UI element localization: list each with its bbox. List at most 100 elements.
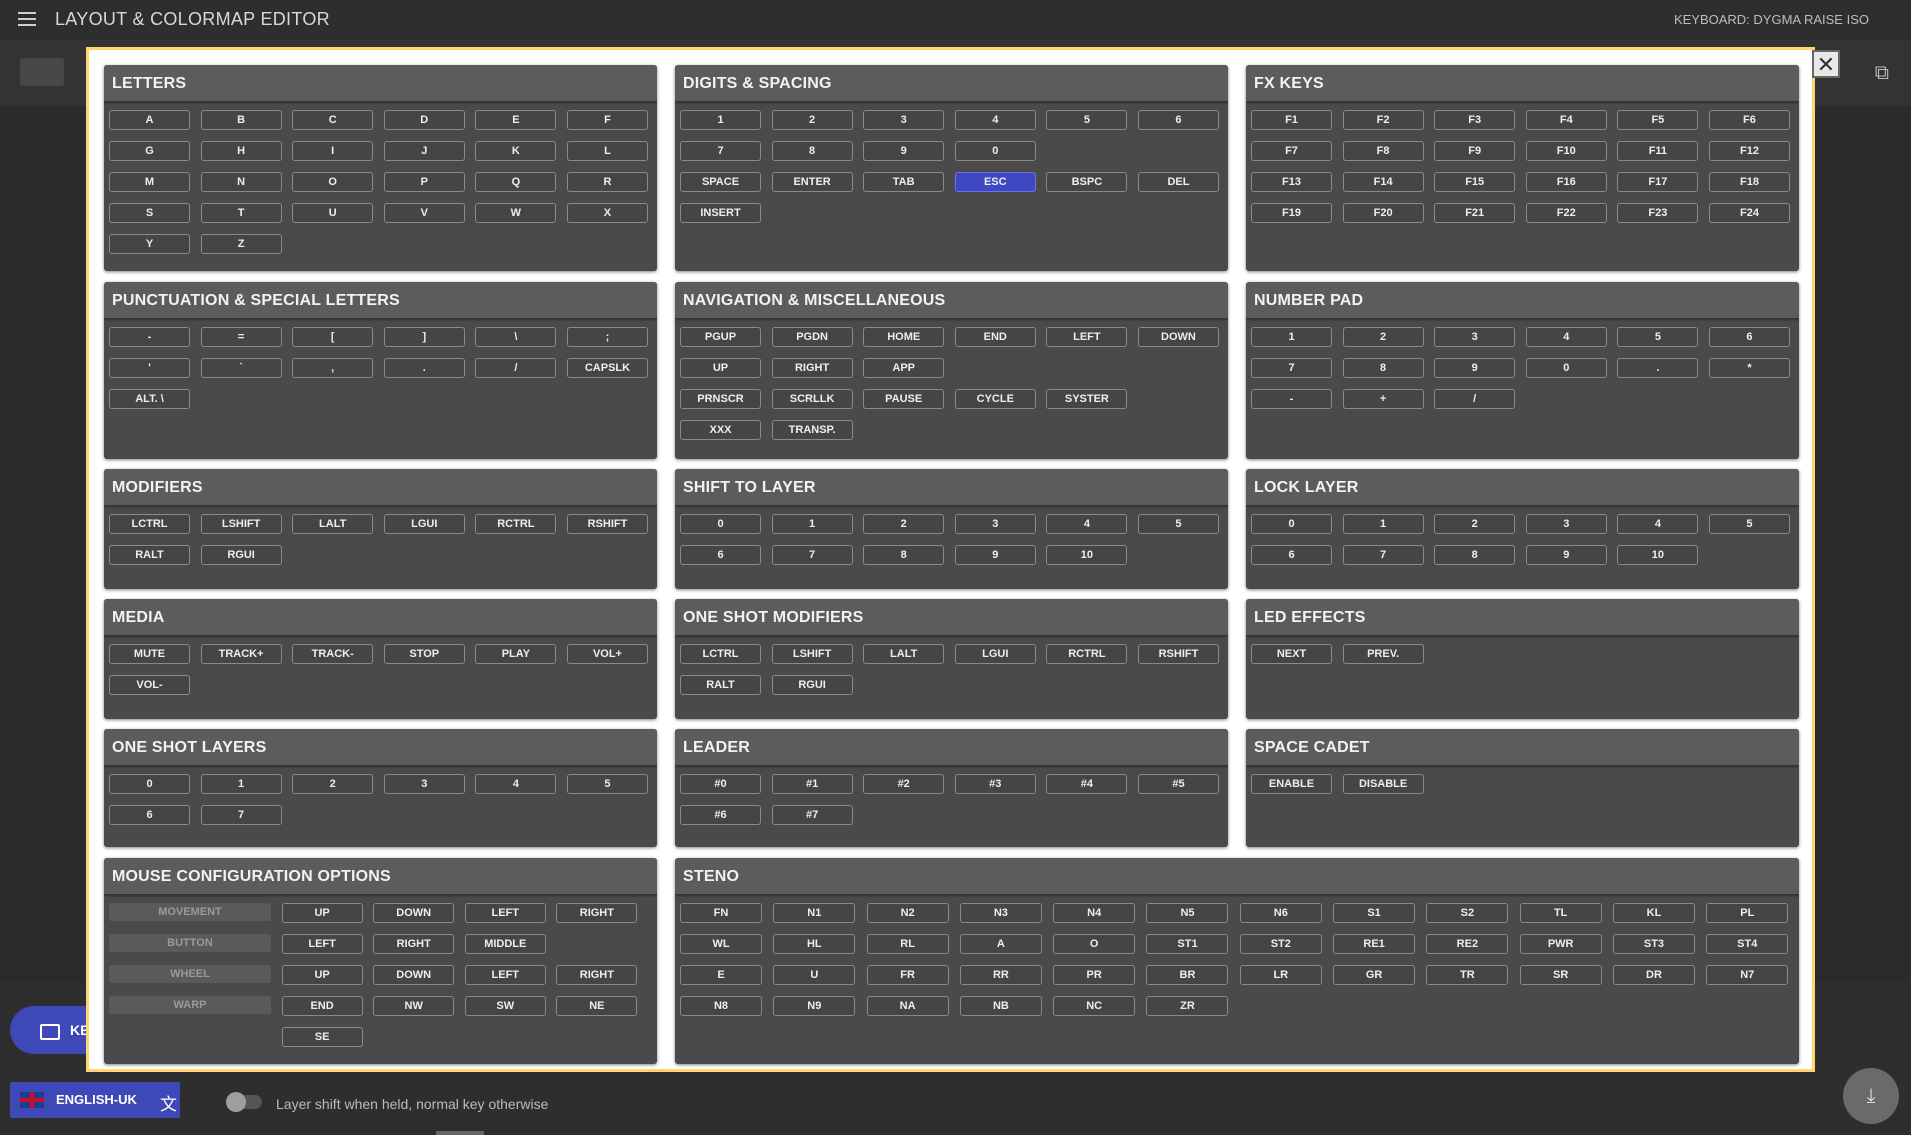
key-steno-gr[interactable]: GR <box>1333 965 1416 985</box>
key-shift-layer-10[interactable]: 10 <box>1046 545 1128 565</box>
key-mouse-warp-nw[interactable]: NW <box>373 996 455 1016</box>
key-modifiers-ralt[interactable]: RALT <box>109 545 190 565</box>
key-lock-layer-8[interactable]: 8 <box>1434 545 1516 565</box>
key-nav-transp[interactable]: TRANSP. <box>771 420 853 440</box>
key-media-track[interactable]: TRACK- <box>292 644 374 664</box>
key-oneshot-layers-7[interactable]: 7 <box>200 805 282 825</box>
key-fx-f7[interactable]: F7 <box>1251 141 1332 161</box>
key-media-play[interactable]: PLAY <box>475 644 557 664</box>
key-numpad-0[interactable]: 0 <box>1525 358 1607 378</box>
key-digits-5[interactable]: 5 <box>1046 110 1128 130</box>
key-shift-layer-8[interactable]: 8 <box>863 545 945 565</box>
key-steno-st2[interactable]: ST2 <box>1239 934 1322 954</box>
key-digits-tab[interactable]: TAB <box>863 172 945 192</box>
hamburger-menu-icon[interactable] <box>18 12 36 26</box>
key-lock-layer-9[interactable]: 9 <box>1525 545 1607 565</box>
language-selector[interactable]: ENGLISH-UK 文 <box>10 1082 180 1118</box>
key-numpad-6[interactable]: 6 <box>1708 327 1790 347</box>
key-letters-q[interactable]: Q <box>475 172 557 192</box>
key-nav-cycle[interactable]: CYCLE <box>954 389 1036 409</box>
key-nav-syster[interactable]: SYSTER <box>1046 389 1128 409</box>
key-mouse-wheel-right[interactable]: RIGHT <box>556 965 638 985</box>
key-digits-esc[interactable]: ESC <box>954 172 1036 192</box>
key-oneshot-mod-rshift[interactable]: RSHIFT <box>1137 644 1219 664</box>
key-digits-insert[interactable]: INSERT <box>680 203 761 223</box>
key-lock-layer-3[interactable]: 3 <box>1525 514 1607 534</box>
key-fx-f13[interactable]: F13 <box>1251 172 1332 192</box>
key-steno-n3[interactable]: N3 <box>959 903 1042 923</box>
key-fx-f14[interactable]: F14 <box>1342 172 1424 192</box>
key-fx-f24[interactable]: F24 <box>1708 203 1790 223</box>
key-numpad-blank[interactable]: * <box>1708 358 1790 378</box>
key-steno-st4[interactable]: ST4 <box>1706 934 1789 954</box>
key-letters-e[interactable]: E <box>475 110 557 130</box>
key-steno-br[interactable]: BR <box>1146 965 1229 985</box>
key-lock-layer-10[interactable]: 10 <box>1617 545 1699 565</box>
key-letters-w[interactable]: W <box>475 203 557 223</box>
key-nav-pgup[interactable]: PGUP <box>680 327 761 347</box>
key-oneshot-layers-6[interactable]: 6 <box>109 805 190 825</box>
key-media-mute[interactable]: MUTE <box>109 644 190 664</box>
key-lock-layer-7[interactable]: 7 <box>1342 545 1424 565</box>
key-leader-1[interactable]: #1 <box>771 774 853 794</box>
key-steno-n7[interactable]: N7 <box>1706 965 1789 985</box>
key-steno-nc[interactable]: NC <box>1053 996 1136 1016</box>
key-media-stop[interactable]: STOP <box>383 644 465 664</box>
key-mouse-wheel-left[interactable]: LEFT <box>464 965 546 985</box>
key-letters-y[interactable]: Y <box>109 234 190 254</box>
key-mouse-wheel-down[interactable]: DOWN <box>373 965 455 985</box>
key-punct-blank[interactable]: , <box>292 358 374 378</box>
key-numpad-blank[interactable]: . <box>1617 358 1699 378</box>
key-oneshot-layers-2[interactable]: 2 <box>292 774 374 794</box>
key-fx-f21[interactable]: F21 <box>1434 203 1516 223</box>
key-media-track[interactable]: TRACK+ <box>200 644 282 664</box>
key-shift-layer-2[interactable]: 2 <box>863 514 945 534</box>
key-digits-1[interactable]: 1 <box>680 110 761 130</box>
key-digits-3[interactable]: 3 <box>863 110 945 130</box>
key-modifiers-lctrl[interactable]: LCTRL <box>109 514 190 534</box>
key-shift-layer-6[interactable]: 6 <box>680 545 761 565</box>
key-fx-f1[interactable]: F1 <box>1251 110 1332 130</box>
layers-icon[interactable]: ⧉ <box>1875 62 1889 85</box>
key-numpad-5[interactable]: 5 <box>1617 327 1699 347</box>
key-steno-e[interactable]: E <box>680 965 762 985</box>
key-digits-0[interactable]: 0 <box>954 141 1036 161</box>
key-steno-st3[interactable]: ST3 <box>1612 934 1695 954</box>
key-fx-f19[interactable]: F19 <box>1251 203 1332 223</box>
key-steno-tr[interactable]: TR <box>1426 965 1509 985</box>
key-punct-blank[interactable]: - <box>109 327 190 347</box>
key-steno-na[interactable]: NA <box>866 996 949 1016</box>
key-nav-pause[interactable]: PAUSE <box>863 389 945 409</box>
key-digits-6[interactable]: 6 <box>1137 110 1219 130</box>
key-digits-4[interactable]: 4 <box>954 110 1036 130</box>
key-fx-f23[interactable]: F23 <box>1617 203 1699 223</box>
key-fx-f16[interactable]: F16 <box>1525 172 1607 192</box>
key-mouse-movement-down[interactable]: DOWN <box>373 903 455 923</box>
key-leader-4[interactable]: #4 <box>1046 774 1128 794</box>
key-punct-blank[interactable]: ` <box>200 358 282 378</box>
key-modifiers-lgui[interactable]: LGUI <box>383 514 465 534</box>
key-oneshot-mod-lshift[interactable]: LSHIFT <box>771 644 853 664</box>
key-mouse-movement-right[interactable]: RIGHT <box>556 903 638 923</box>
key-fx-f15[interactable]: F15 <box>1434 172 1516 192</box>
key-steno-n2[interactable]: N2 <box>866 903 949 923</box>
key-fx-f3[interactable]: F3 <box>1434 110 1516 130</box>
key-numpad-9[interactable]: 9 <box>1434 358 1516 378</box>
key-leader-2[interactable]: #2 <box>863 774 945 794</box>
layer-shift-toggle[interactable] <box>226 1092 262 1112</box>
key-letters-t[interactable]: T <box>200 203 282 223</box>
key-fx-f2[interactable]: F2 <box>1342 110 1424 130</box>
key-shift-layer-7[interactable]: 7 <box>771 545 853 565</box>
key-nav-home[interactable]: HOME <box>863 327 945 347</box>
key-letters-c[interactable]: C <box>292 110 374 130</box>
key-steno-s2[interactable]: S2 <box>1426 903 1509 923</box>
key-steno-nb[interactable]: NB <box>959 996 1042 1016</box>
key-digits-bspc[interactable]: BSPC <box>1046 172 1128 192</box>
key-letters-k[interactable]: K <box>475 141 557 161</box>
key-numpad-4[interactable]: 4 <box>1525 327 1607 347</box>
key-letters-a[interactable]: A <box>109 110 190 130</box>
key-letters-f[interactable]: F <box>566 110 648 130</box>
key-modifiers-rctrl[interactable]: RCTRL <box>475 514 557 534</box>
key-media-vol[interactable]: VOL- <box>109 675 190 695</box>
key-punct-alt[interactable]: ALT. \ <box>109 389 190 409</box>
